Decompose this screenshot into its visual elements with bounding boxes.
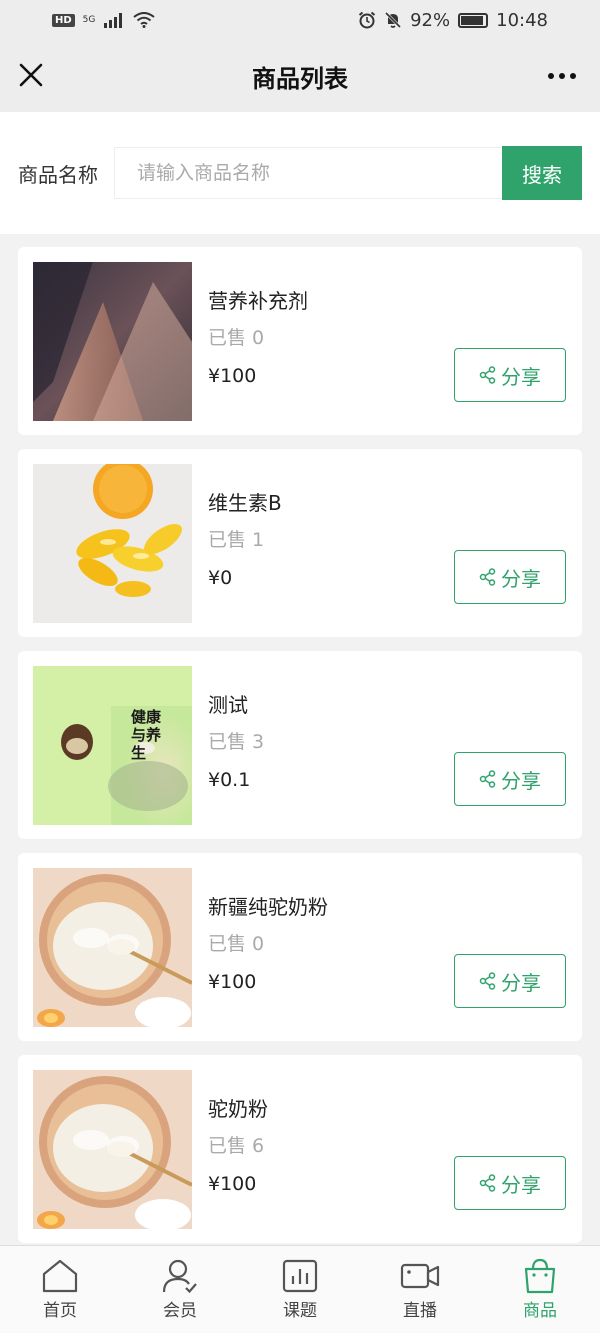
tab-label: 直播	[403, 1301, 437, 1321]
share-icon	[479, 1174, 496, 1192]
tab-label: 会员	[163, 1301, 197, 1321]
product-image-caption: 健康与养生	[131, 708, 162, 762]
home-icon	[42, 1259, 78, 1293]
product-list: 营养补充剂 已售 0 ¥100 分享 维生素B 已售 1 ¥0 分享 健康与养生…	[18, 247, 582, 1257]
share-icon	[479, 366, 496, 384]
product-image[interactable]	[33, 1070, 192, 1229]
share-button[interactable]: 分享	[454, 954, 566, 1008]
tab-live[interactable]: 直播	[360, 1246, 480, 1333]
share-label: 分享	[501, 566, 541, 591]
video-icon	[400, 1263, 440, 1289]
battery-percent: 92%	[410, 9, 451, 31]
close-icon	[19, 63, 43, 87]
nav-header: 商品列表	[0, 40, 600, 112]
bottom-tab-bar: 首页 会员 课题 直播 商品	[0, 1245, 600, 1333]
network-label: 5G	[82, 14, 96, 25]
tab-products[interactable]: 商品	[480, 1246, 600, 1333]
product-card[interactable]: 健康与养生 测试 已售 3 ¥0.1 分享	[18, 651, 582, 839]
more-menu-button[interactable]	[544, 62, 580, 90]
product-name: 驼奶粉	[208, 1097, 268, 1121]
status-bar: HD 5G 92% 10:48	[0, 0, 600, 40]
chart-icon	[282, 1259, 318, 1293]
product-price: ¥100	[208, 365, 257, 387]
product-image[interactable]	[33, 464, 192, 623]
battery-icon	[458, 12, 489, 28]
product-price: ¥0.1	[208, 769, 251, 791]
member-icon	[162, 1259, 197, 1294]
more-dot-icon	[570, 73, 576, 79]
wifi-icon	[133, 12, 155, 28]
product-sold-count: 已售 6	[208, 1135, 265, 1157]
product-image[interactable]	[33, 262, 192, 421]
share-button[interactable]: 分享	[454, 348, 566, 402]
hd-badge: HD	[52, 13, 75, 27]
product-card[interactable]: 营养补充剂 已售 0 ¥100 分享	[18, 247, 582, 435]
product-price: ¥100	[208, 971, 257, 993]
more-dot-icon	[559, 73, 565, 79]
share-button[interactable]: 分享	[454, 1156, 566, 1210]
product-sold-count: 已售 1	[208, 529, 265, 551]
share-label: 分享	[501, 1172, 541, 1197]
search-label: 商品名称	[18, 162, 98, 187]
product-sold-count: 已售 3	[208, 731, 265, 753]
product-name: 营养补充剂	[208, 289, 308, 313]
page-title: 商品列表	[252, 64, 348, 93]
product-price: ¥100	[208, 1173, 257, 1195]
product-card[interactable]: 维生素B 已售 1 ¥0 分享	[18, 449, 582, 637]
product-name: 维生素B	[208, 491, 282, 515]
share-label: 分享	[501, 768, 541, 793]
product-sold-count: 已售 0	[208, 933, 265, 955]
product-card[interactable]: 新疆纯驼奶粉 已售 0 ¥100 分享	[18, 853, 582, 1041]
tab-label: 首页	[43, 1301, 77, 1321]
status-right: 92% 10:48	[358, 10, 548, 31]
close-button[interactable]	[14, 58, 48, 92]
clock-time: 10:48	[496, 9, 548, 31]
tab-home[interactable]: 首页	[0, 1246, 120, 1333]
share-icon	[479, 568, 496, 586]
mute-bell-icon	[385, 11, 402, 29]
bag-icon	[524, 1258, 556, 1294]
status-left: HD 5G	[52, 12, 155, 28]
product-name: 新疆纯驼奶粉	[208, 895, 328, 919]
tab-member[interactable]: 会员	[120, 1246, 240, 1333]
product-sold-count: 已售 0	[208, 327, 265, 349]
share-button[interactable]: 分享	[454, 550, 566, 604]
share-button[interactable]: 分享	[454, 752, 566, 806]
more-dot-icon	[548, 73, 554, 79]
share-label: 分享	[501, 970, 541, 995]
tab-topics[interactable]: 课题	[240, 1246, 360, 1333]
search-button[interactable]: 搜索	[502, 146, 582, 200]
tab-label: 课题	[283, 1301, 317, 1321]
alarm-icon	[358, 11, 376, 29]
product-image[interactable]: 健康与养生	[33, 666, 192, 825]
product-price: ¥0	[208, 567, 233, 589]
signal-icon	[104, 13, 123, 28]
share-label: 分享	[501, 364, 541, 389]
search-bar: 商品名称 搜索	[0, 112, 600, 234]
share-icon	[479, 770, 496, 788]
product-card[interactable]: 驼奶粉 已售 6 ¥100 分享	[18, 1055, 582, 1243]
search-input[interactable]	[114, 147, 502, 199]
tab-label: 商品	[523, 1301, 557, 1321]
product-name: 测试	[208, 693, 248, 717]
share-icon	[479, 972, 496, 990]
product-image[interactable]	[33, 868, 192, 1027]
